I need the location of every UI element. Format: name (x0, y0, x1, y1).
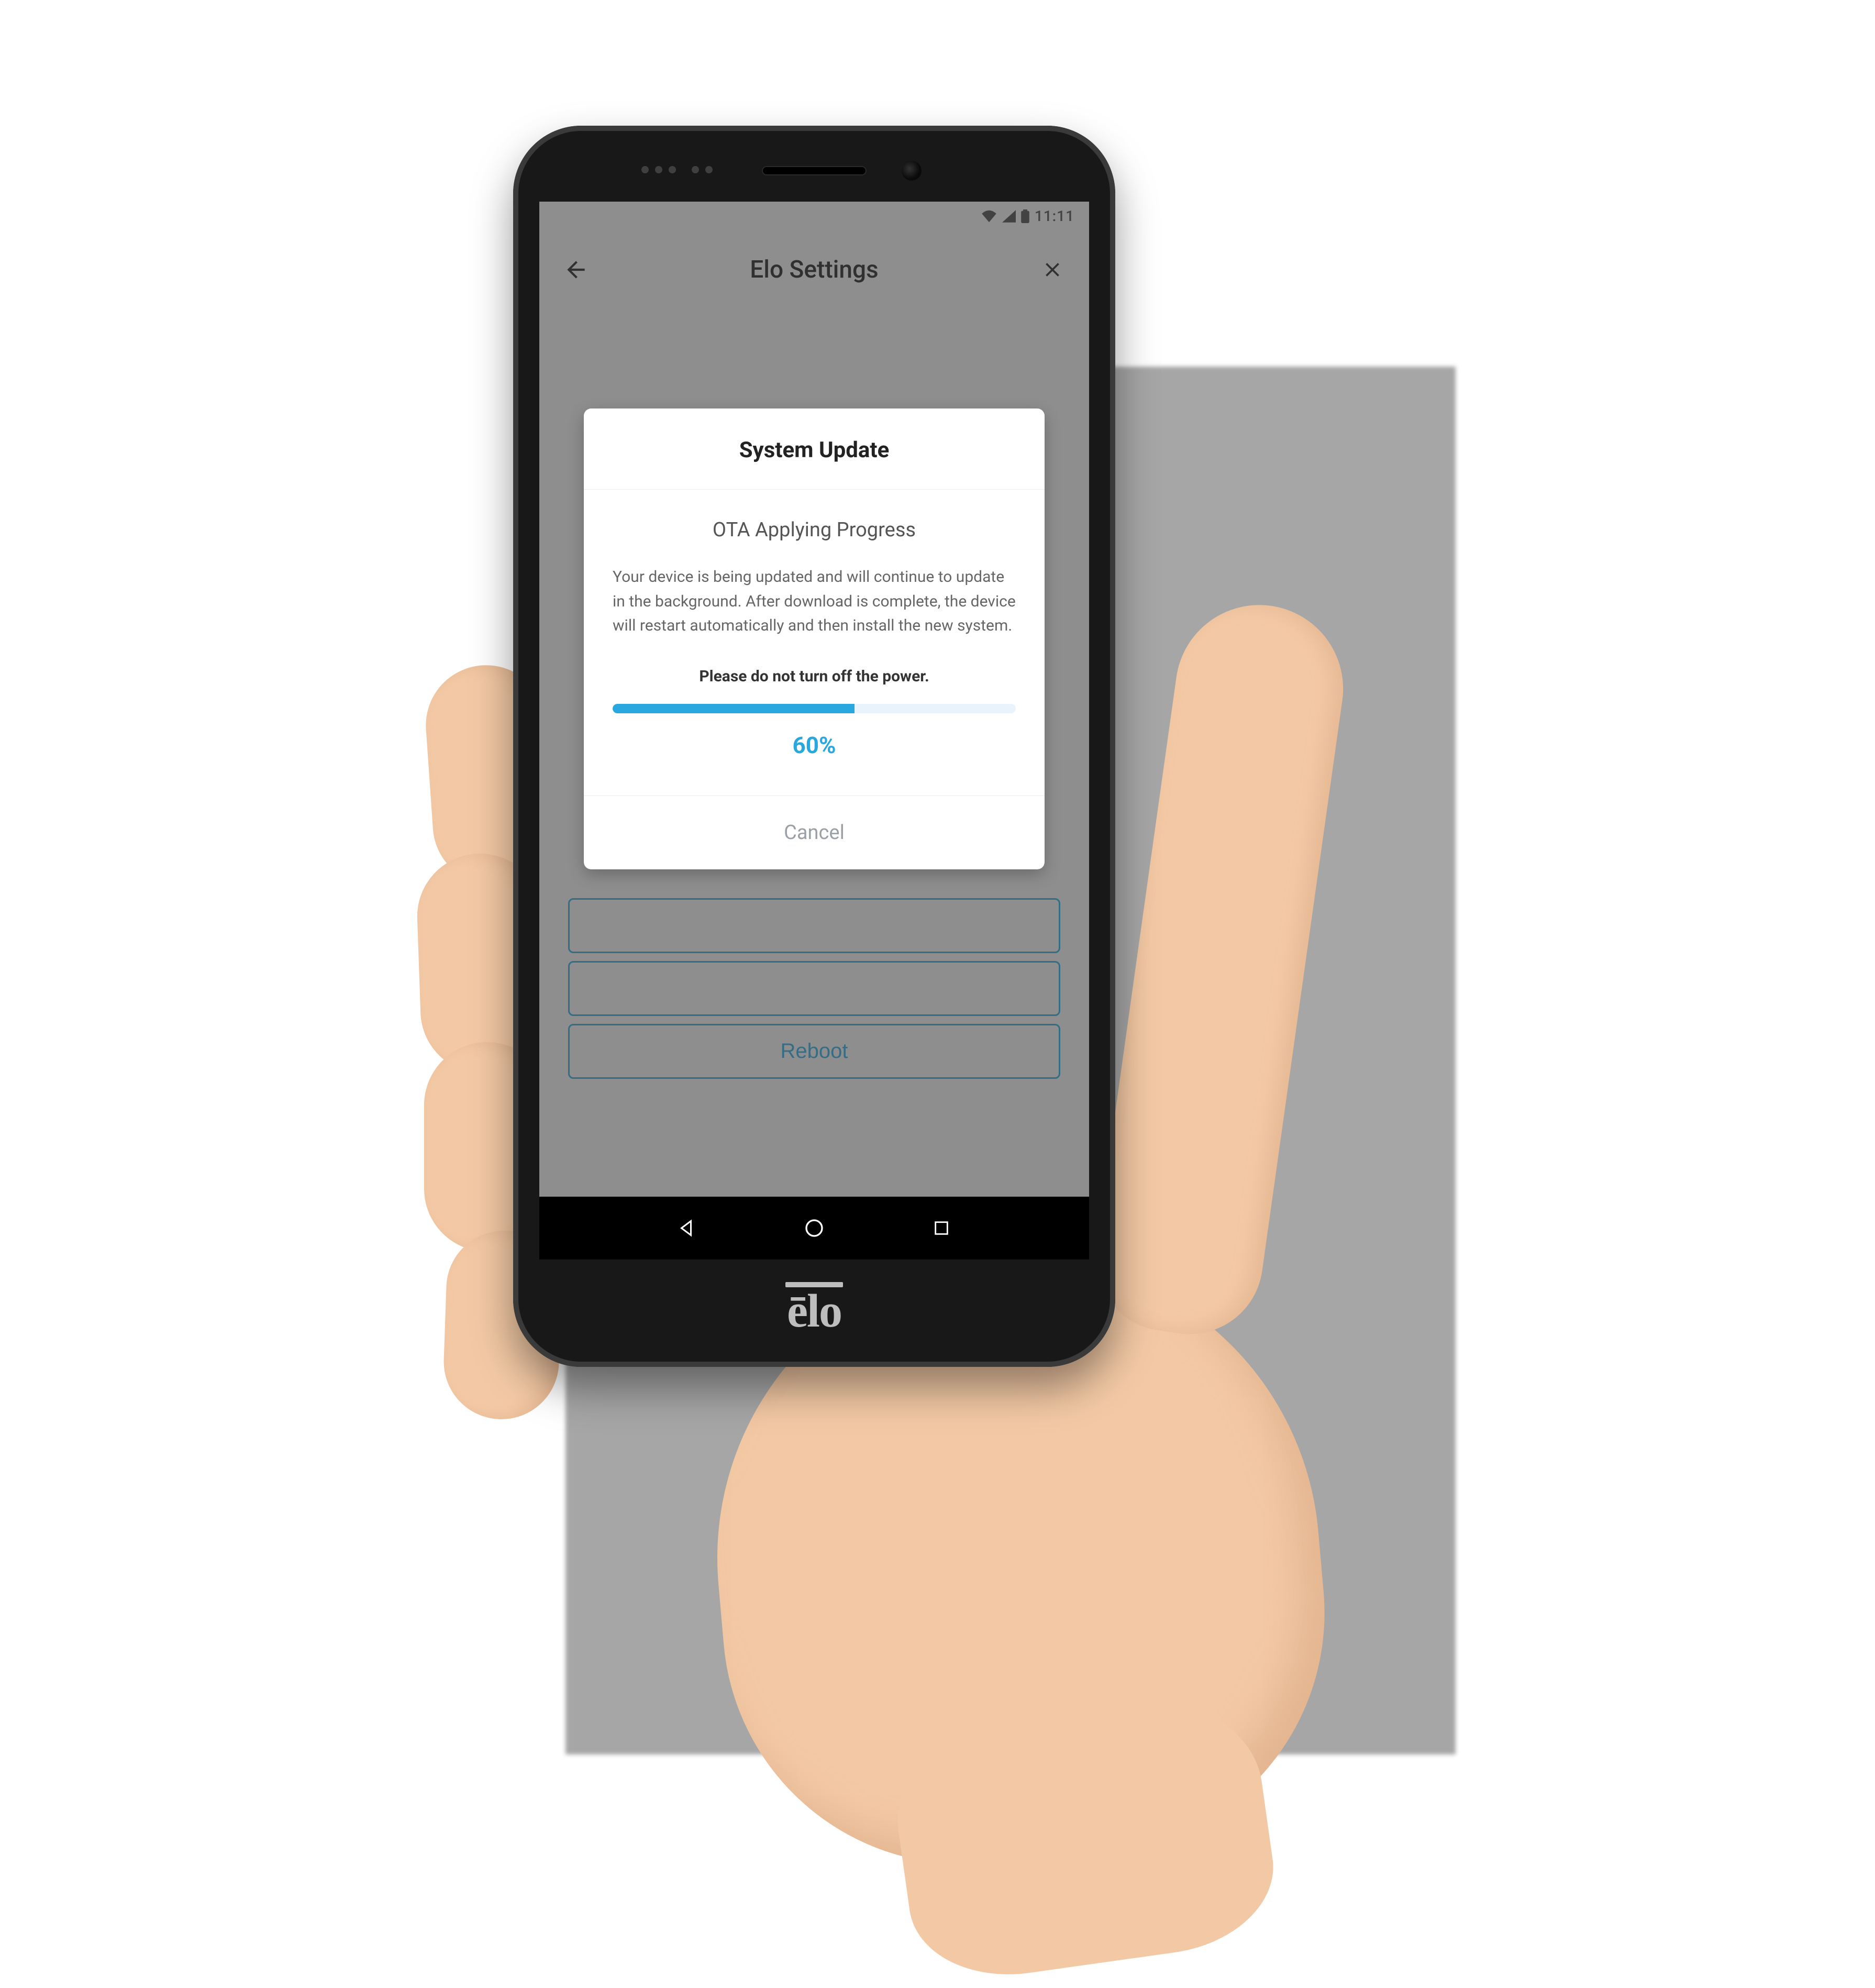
nav-home-icon[interactable] (802, 1216, 827, 1241)
progress-bar-fill (613, 704, 855, 713)
dialog-subtitle: OTA Applying Progress (613, 518, 1016, 542)
cancel-button[interactable]: Cancel (584, 796, 1045, 869)
progress-percentage: 60% (613, 732, 1016, 780)
phone-device: 11:11 Elo Settings Reboot System Update (513, 126, 1115, 1367)
progress-bar (613, 704, 1016, 713)
dialog-body: OTA Applying Progress Your device is bei… (584, 490, 1045, 796)
earpiece-speaker (762, 166, 867, 175)
dialog-warning-text: Please do not turn off the power. (613, 667, 1016, 686)
phone-top-hardware (513, 154, 1115, 186)
device-brand-logo: ēlo (513, 1282, 1115, 1338)
dialog-title: System Update (584, 408, 1045, 490)
front-camera (902, 161, 922, 181)
sensor-dots (641, 166, 713, 173)
dialog-body-text: Your device is being updated and will co… (613, 565, 1016, 638)
android-navigation-bar (539, 1197, 1089, 1260)
brand-text: ēlo (787, 1285, 841, 1337)
system-update-dialog: System Update OTA Applying Progress Your… (584, 408, 1045, 869)
phone-screen: 11:11 Elo Settings Reboot System Update (539, 202, 1089, 1260)
nav-recent-icon[interactable] (929, 1216, 954, 1241)
nav-back-icon[interactable] (674, 1216, 700, 1241)
